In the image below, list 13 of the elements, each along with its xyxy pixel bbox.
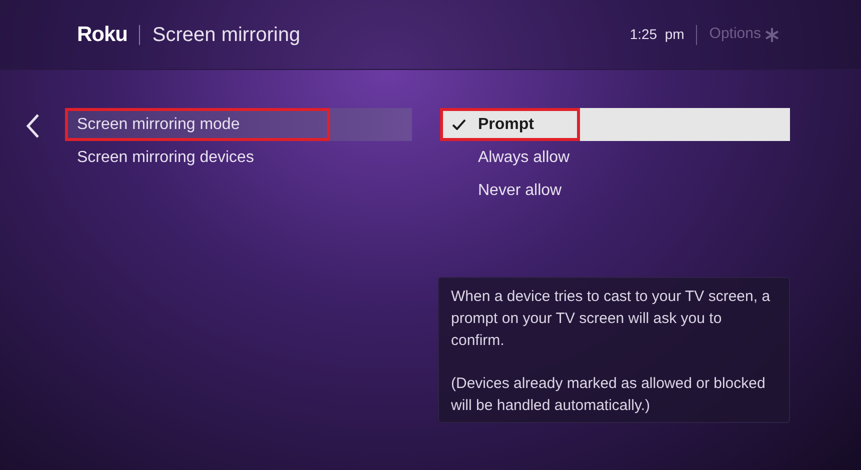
menu-item[interactable]: Screen mirroring mode (65, 108, 412, 141)
option-item[interactable]: Never allow (440, 174, 790, 207)
checkmark-icon (452, 119, 466, 130)
options-label: Options (709, 24, 761, 44)
option-item[interactable]: Prompt (440, 108, 790, 141)
roku-logo: Roku (77, 22, 128, 48)
asterisk-icon (765, 28, 779, 42)
clock-time: 1:25 pm (630, 25, 684, 44)
info-text: When a device tries to cast to your TV screen, a prompt on your TV screen will ask you to confirm. (451, 287, 772, 351)
info-text: (Devices already marked as allowed or blocked will be handled automatically.) (451, 374, 766, 416)
page-title: Screen mirroring (152, 22, 300, 48)
menu-item[interactable]: Screen mirroring devices (65, 141, 412, 174)
option-item[interactable]: Always allow (440, 141, 790, 174)
